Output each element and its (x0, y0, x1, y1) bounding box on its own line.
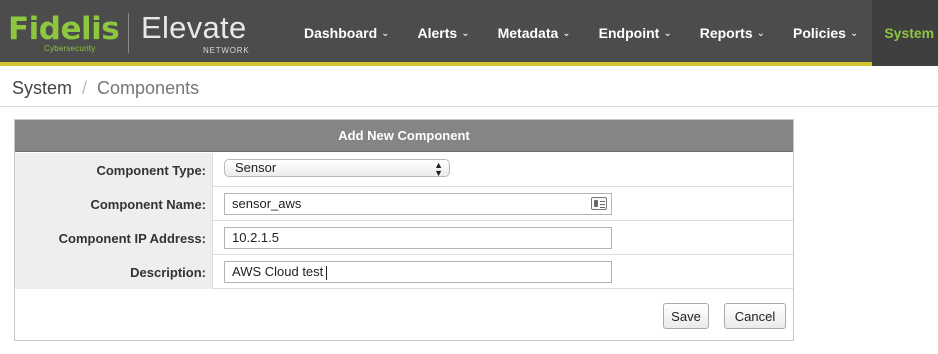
component-ip-input[interactable]: 10.2.1.5 (224, 227, 612, 249)
component-type-value: Sensor (235, 160, 277, 175)
nav-dashboard[interactable]: Dashboard ⌄ (290, 0, 404, 66)
main-nav: Dashboard ⌄ Alerts ⌄ Metadata ⌄ Endpoint… (290, 0, 938, 66)
breadcrumb-separator: / (82, 78, 88, 98)
nav-policies[interactable]: Policies ⌄ (779, 0, 872, 66)
product-sub: NETWORK (203, 46, 250, 55)
product-logo: Elevate NETWORK (141, 10, 271, 56)
save-button[interactable]: Save (663, 303, 709, 329)
row-description: Description: AWS Cloud test (15, 255, 793, 289)
description-input[interactable]: AWS Cloud test (224, 261, 612, 283)
breadcrumb: System / Components (12, 78, 199, 99)
nav-system[interactable]: System ⌄ (872, 0, 938, 66)
add-component-panel: Add New Component Component Type: Sensor… (14, 119, 794, 341)
nav-label: Dashboard (304, 25, 378, 41)
panel-title: Add New Component (15, 120, 793, 152)
breadcrumb-root[interactable]: System (12, 78, 72, 99)
updown-arrows-icon: ▲ ▼ (434, 160, 443, 178)
cancel-button[interactable]: Cancel (724, 303, 786, 329)
fidelis-logo: Fidelis Cybersecurity (8, 10, 120, 56)
component-type-select[interactable]: Sensor ▲ ▼ (224, 159, 450, 178)
chevron-down-icon: ⌄ (849, 27, 859, 39)
chevron-down-icon: ⌄ (756, 27, 766, 39)
component-name-input[interactable]: sensor_aws (224, 193, 612, 215)
nav-label: Endpoint (598, 25, 660, 41)
component-name-value: sensor_aws (232, 196, 302, 211)
nav-metadata[interactable]: Metadata ⌄ (484, 0, 585, 66)
nav-alerts[interactable]: Alerts ⌄ (404, 0, 484, 66)
row-component-ip: Component IP Address: 10.2.1.5 (15, 221, 793, 255)
nav-label: Policies (793, 25, 846, 41)
chevron-down-icon: ⌄ (562, 27, 571, 39)
nav-reports[interactable]: Reports ⌄ (686, 0, 779, 66)
breadcrumb-divider (0, 106, 938, 107)
nav-label: Alerts (417, 25, 458, 41)
brand-divider (128, 13, 129, 53)
chevron-down-icon: ⌄ (663, 27, 672, 39)
product-name: Elevate (141, 10, 247, 45)
description-label: Description: (15, 255, 213, 289)
component-type-label: Component Type: (15, 153, 213, 187)
chevron-down-icon: ⌄ (461, 27, 470, 39)
logo-word: Fidelis (8, 11, 120, 47)
component-ip-value: 10.2.1.5 (232, 230, 279, 245)
brand[interactable]: Fidelis Cybersecurity Elevate NETWORK (8, 10, 271, 56)
description-value: AWS Cloud test (232, 264, 324, 279)
nav-endpoint[interactable]: Endpoint ⌄ (585, 0, 686, 66)
nav-label: Reports (699, 25, 753, 41)
nav-label: Metadata (497, 25, 559, 41)
top-navigation-bar: Fidelis Cybersecurity Elevate NETWORK Da… (0, 0, 938, 66)
row-component-name: Component Name: sensor_aws (15, 187, 793, 221)
chevron-down-icon: ⌄ (381, 27, 390, 39)
row-component-type: Component Type: Sensor ▲ ▼ (15, 153, 793, 187)
component-ip-label: Component IP Address: (15, 221, 213, 255)
logo-sub: Cybersecurity (44, 44, 96, 53)
component-name-label: Component Name: (15, 187, 213, 221)
nav-label: System (884, 25, 935, 41)
breadcrumb-current: Components (97, 78, 200, 98)
text-caret (326, 265, 328, 280)
contact-card-icon[interactable] (591, 197, 607, 210)
